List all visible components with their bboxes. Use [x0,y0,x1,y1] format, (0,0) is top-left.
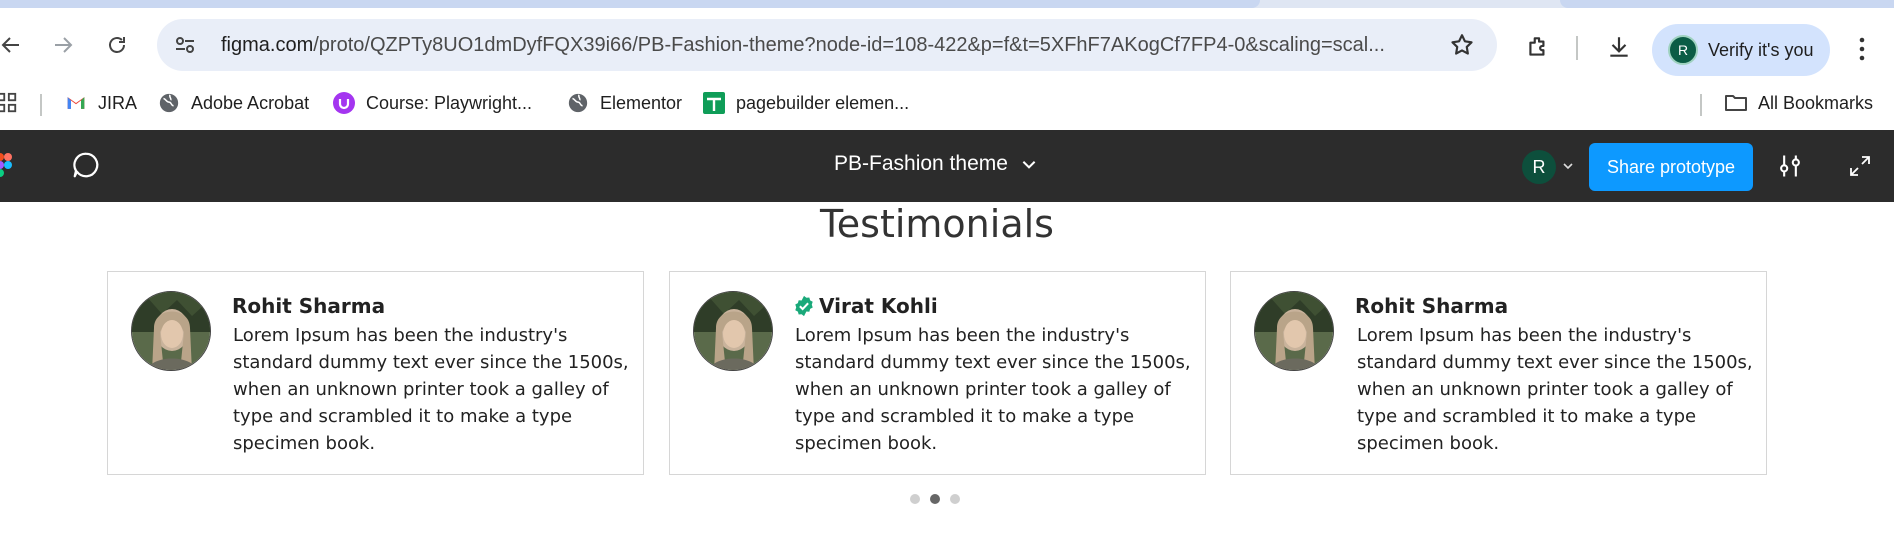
arrow-right-icon [55,37,73,53]
url-text: figma.com/proto/QZPTy8UO1dmDyfFQX39i66/P… [221,34,1431,57]
avatar [1254,291,1334,371]
figma-logo-icon[interactable] [0,152,18,182]
reload-icon [109,37,125,53]
bookmark-jira[interactable]: JIRA [64,88,137,118]
bookmark-label: pagebuilder elemen... [736,92,910,113]
testimonial-name-text: Rohit Sharma [1355,294,1509,318]
bookmark-course-playwright[interactable]: Course: Playwright... [332,88,532,118]
bookmark-label: Elementor [600,92,683,113]
chevron-down-icon[interactable] [1562,160,1574,172]
browser-toolbar: figma.com/proto/QZPTy8UO1dmDyfFQX39i66/P… [0,8,1894,78]
arrow-left-icon [1,37,19,53]
sheets-icon [702,91,726,115]
comment-icon[interactable] [71,150,101,180]
bookmark-divider [1700,94,1702,116]
testimonial-name: Rohit Sharma [1355,294,1508,318]
browser-tab[interactable] [1560,0,1894,8]
address-bar[interactable]: figma.com/proto/QZPTy8UO1dmDyfFQX39i66/P… [157,19,1497,71]
globe-icon [566,91,590,115]
browser-tab[interactable] [0,0,1260,8]
testimonial-name: Virat Kohli [793,294,938,318]
carousel-dot[interactable] [910,494,920,504]
bookmark-divider [40,94,42,116]
udemy-icon [332,91,356,115]
testimonial-name-text: Rohit Sharma [232,294,386,318]
forward-button[interactable] [46,28,80,62]
extensions-icon[interactable] [1523,32,1553,62]
testimonial-card: Rohit Sharma Lorem Ipsum has been the in… [1230,271,1767,475]
settings-sliders-icon[interactable] [1776,152,1804,180]
figma-prototype-toolbar: PB-Fashion theme R Share prototype [0,130,1894,202]
bookmark-adobe-acrobat[interactable]: Adobe Acrobat [157,88,309,118]
file-title-dropdown[interactable]: PB-Fashion theme [834,152,1038,176]
bookmark-label: JIRA [98,92,138,113]
share-prototype-button[interactable]: Share prototype [1589,143,1753,191]
section-title: Testimonials [820,202,1054,246]
tab-strip [0,0,1894,8]
kebab-menu-icon[interactable] [1852,34,1872,64]
testimonial-card: Virat Kohli Lorem Ipsum has been the ind… [669,271,1206,475]
user-avatar[interactable]: R [1522,150,1556,184]
bookmark-elementor[interactable]: Elementor [566,88,682,118]
file-title: PB-Fashion theme [834,152,1008,175]
avatar [693,291,773,371]
back-button[interactable] [0,28,28,62]
all-bookmarks-label: All Bookmarks [1758,92,1874,113]
carousel-dot[interactable] [950,494,960,504]
profile-avatar: R [1668,35,1698,65]
bookmarks-bar: JIRA Adobe Acrobat Course: Playwright...… [0,78,1894,130]
verified-badge-icon [795,295,813,317]
bookmark-star-icon[interactable] [1449,32,1475,58]
chevron-down-icon [1022,161,1036,169]
all-bookmarks-button[interactable]: All Bookmarks [1724,88,1873,118]
site-settings-icon[interactable] [171,31,199,59]
url-domain: figma.com [221,33,314,56]
folder-icon [1724,91,1748,115]
testimonial-name: Rohit Sharma [232,294,385,318]
url-path: /proto/QZPTy8UO1dmDyfFQX39i66/PB-Fashion… [313,33,1385,56]
toolbar-divider [1576,36,1578,60]
apps-grid-icon[interactable] [0,88,18,118]
testimonial-text: Lorem Ipsum has been the industry's stan… [233,325,629,454]
globe-icon [157,91,181,115]
carousel-dot-active[interactable] [930,494,940,504]
gmail-icon [64,91,88,115]
avatar [131,291,211,371]
download-icon[interactable] [1604,32,1634,62]
testimonial-name-text: Virat Kohli [819,294,938,318]
bookmark-label: Course: Playwright... [366,92,533,113]
testimonial-card: Rohit Sharma Lorem Ipsum has been the in… [107,271,644,475]
testimonial-text: Lorem Ipsum has been the industry's stan… [1357,325,1753,454]
verify-label: Verify it's you [1708,39,1814,60]
bookmark-pagebuilder[interactable]: pagebuilder elemen... [702,88,909,118]
testimonial-text: Lorem Ipsum has been the industry's stan… [795,325,1191,454]
verify-profile-button[interactable]: R Verify it's you [1652,24,1830,76]
bookmark-label: Adobe Acrobat [191,92,310,113]
carousel-pagination [910,494,960,504]
fullscreen-expand-icon[interactable] [1848,154,1872,178]
reload-button[interactable] [100,28,134,62]
